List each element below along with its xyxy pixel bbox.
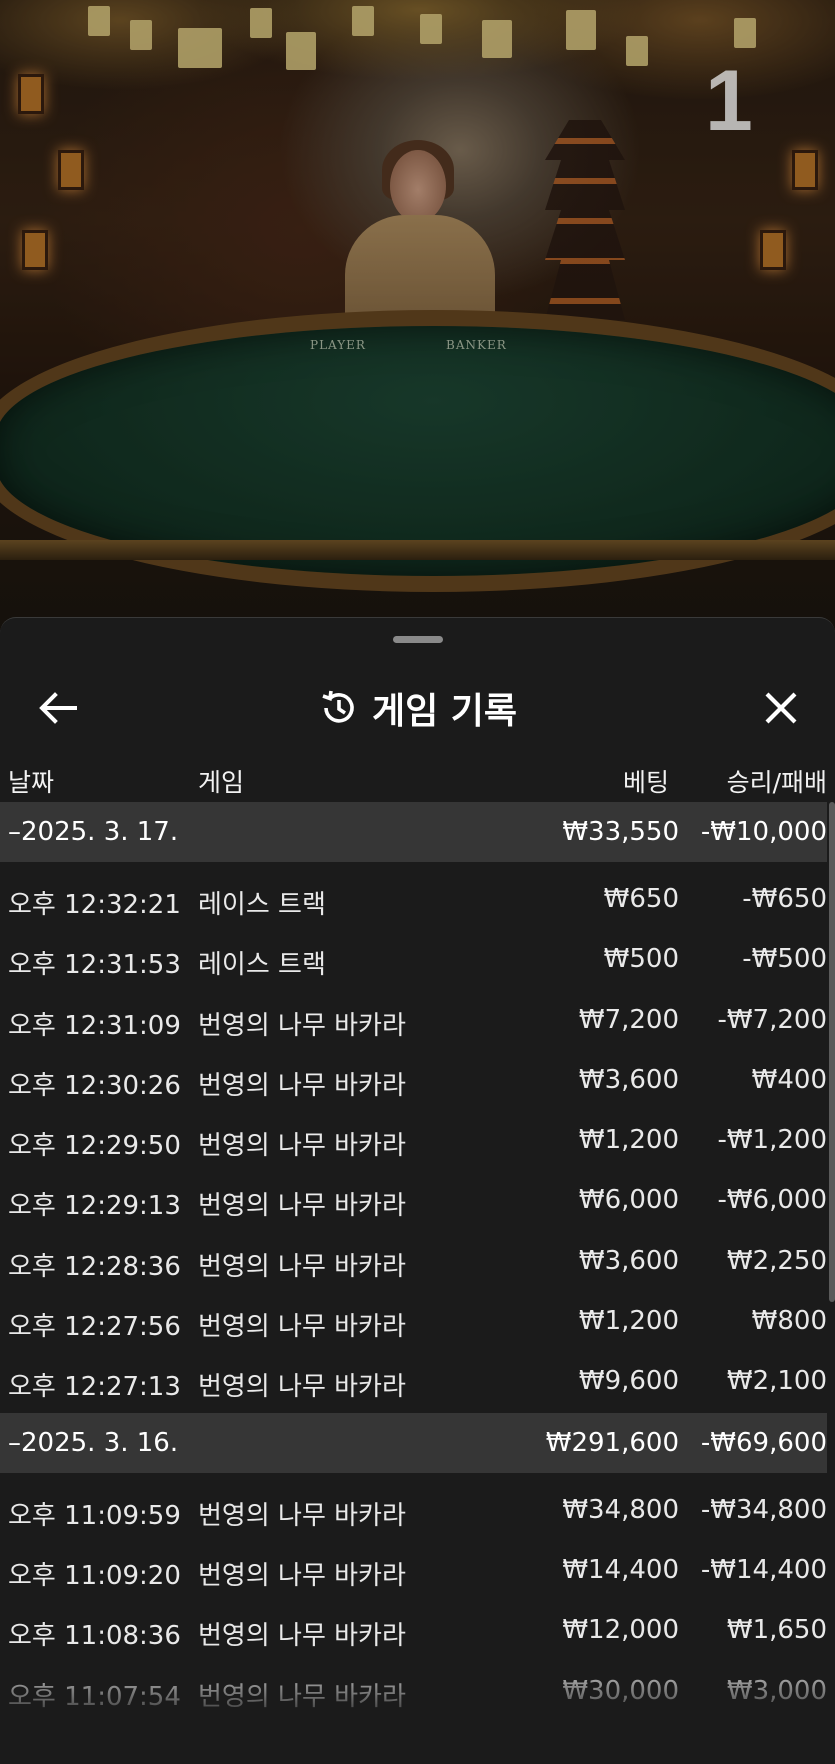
row-bet: ₩34,800 <box>562 1494 679 1525</box>
row-game: 레이스 트랙 <box>198 890 326 920</box>
row-result: -₩14,400 <box>700 1554 827 1585</box>
scrollbar[interactable] <box>829 802 835 1302</box>
row-result: ₩400 <box>751 1064 827 1095</box>
row-bet: ₩9,600 <box>578 1366 679 1397</box>
history-row[interactable]: 오후 12:32:21 레이스 트랙 ₩650 -₩650 <box>0 870 827 930</box>
row-game: 번영의 나무 바카라 <box>198 1070 406 1101</box>
group-date: –2025. 3. 16. <box>8 1427 179 1458</box>
history-row[interactable]: 오후 12:27:56 번영의 나무 바카라 ₩1,200 ₩800 <box>0 1292 827 1352</box>
column-bet: 베팅 <box>622 768 669 797</box>
history-row[interactable]: 오후 11:09:20 번영의 나무 바카라 ₩14,400 -₩14,400 <box>0 1541 827 1601</box>
row-bet: ₩3,600 <box>578 1064 679 1095</box>
history-row[interactable]: 오후 12:31:09 번영의 나무 바카라 ₩7,200 -₩7,200 <box>0 991 827 1051</box>
row-bet: ₩1,200 <box>578 1306 679 1337</box>
row-result: ₩1,650 <box>726 1615 827 1646</box>
panel-title-group: 게임 기록 <box>0 680 835 736</box>
row-bet: ₩1,200 <box>578 1125 679 1156</box>
row-game: 레이스 트랙 <box>198 950 326 981</box>
date-group-header[interactable]: –2025. 3. 16. ₩291,600 -₩69,600 <box>0 1412 827 1473</box>
row-bet: ₩7,200 <box>578 1004 679 1035</box>
close-button[interactable] <box>753 680 809 736</box>
row-bet: ₩6,000 <box>578 1185 679 1216</box>
row-game: 번영의 나무 바카라 <box>198 1621 406 1652</box>
drag-handle[interactable] <box>393 636 443 643</box>
row-game: 번영의 나무 바카라 <box>198 1010 406 1041</box>
close-icon <box>765 692 797 724</box>
group-bet-total: ₩291,600 <box>545 1427 679 1458</box>
panel-header: 게임 기록 <box>0 658 835 748</box>
row-result: ₩800 <box>751 1306 827 1337</box>
row-bet: ₩3,600 <box>578 1245 679 1276</box>
row-bet: ₩12,000 <box>562 1615 679 1646</box>
row-result: -₩650 <box>742 884 827 914</box>
round-number: 1 <box>705 53 753 149</box>
column-date: 날짜 <box>8 768 55 797</box>
group-bet-total: ₩33,550 <box>562 817 679 847</box>
row-result: ₩3,000 <box>726 1675 827 1706</box>
history-row[interactable]: 오후 11:07:54 번영의 나무 바카라 ₩30,000 ₩3,000 <box>0 1662 827 1722</box>
panel-title: 게임 기록 <box>371 691 517 732</box>
column-header-row: 날짜 게임 베팅 승리/패배 <box>0 751 835 801</box>
column-result: 승리/패배 <box>726 768 827 797</box>
row-game: 번영의 나무 바카라 <box>198 1372 406 1403</box>
history-row[interactable]: 오후 12:28:36 번영의 나무 바카라 ₩3,600 ₩2,250 <box>0 1232 827 1292</box>
row-bet: ₩14,400 <box>562 1554 679 1585</box>
date-group-header[interactable]: –2025. 3. 17. ₩33,550 -₩10,000 <box>0 802 827 862</box>
row-game: 번영의 나무 바카라 <box>198 1251 406 1282</box>
row-result: -₩34,800 <box>700 1494 827 1525</box>
row-result: ₩2,100 <box>726 1366 827 1397</box>
row-bet: ₩650 <box>603 884 679 914</box>
row-time: 오후 12:29:13 <box>8 1191 181 1222</box>
group-result-total: -₩10,000 <box>700 817 827 847</box>
row-time: 오후 12:31:53 <box>8 950 181 981</box>
row-time: 오후 12:28:36 <box>8 1251 181 1282</box>
history-row[interactable]: 오후 12:31:53 레이스 트랙 ₩500 -₩500 <box>0 930 827 990</box>
history-row[interactable]: 오후 12:29:13 번영의 나무 바카라 ₩6,000 -₩6,000 <box>0 1171 827 1231</box>
row-result: -₩1,200 <box>717 1125 827 1156</box>
live-video-stream: PLAYER BANKER 1 <box>0 0 835 630</box>
row-time: 오후 11:07:54 <box>8 1681 181 1712</box>
row-game: 번영의 나무 바카라 <box>198 1681 406 1712</box>
row-game: 번영의 나무 바카라 <box>198 1191 406 1222</box>
row-time: 오후 12:27:56 <box>8 1312 181 1343</box>
history-row[interactable]: 오후 11:09:59 번영의 나무 바카라 ₩34,800 -₩34,800 <box>0 1481 827 1541</box>
row-game: 번영의 나무 바카라 <box>198 1500 406 1531</box>
row-bet: ₩30,000 <box>562 1675 679 1706</box>
game-history-panel: 게임 기록 날짜 게임 베팅 승리/패배 –2025. 3. 17. ₩33,5… <box>0 617 835 1764</box>
row-result: ₩2,250 <box>726 1245 827 1276</box>
history-row[interactable]: 오후 12:29:50 번영의 나무 바카라 ₩1,200 -₩1,200 <box>0 1111 827 1171</box>
history-row[interactable]: 오후 11:08:36 번영의 나무 바카라 ₩12,000 ₩1,650 <box>0 1601 827 1661</box>
row-time: 오후 12:30:26 <box>8 1070 181 1101</box>
history-row[interactable]: 오후 12:27:13 번영의 나무 바카라 ₩9,600 ₩2,100 <box>0 1352 827 1412</box>
row-bet: ₩500 <box>603 944 679 975</box>
row-time: 오후 12:27:13 <box>8 1372 181 1403</box>
row-result: -₩7,200 <box>717 1004 827 1035</box>
row-time: 오후 12:32:21 <box>8 890 181 920</box>
row-result: -₩6,000 <box>717 1185 827 1216</box>
row-game: 번영의 나무 바카라 <box>198 1131 406 1162</box>
row-time: 오후 12:29:50 <box>8 1131 181 1162</box>
row-result: -₩500 <box>742 944 827 975</box>
history-icon <box>322 690 354 723</box>
row-time: 오후 11:09:59 <box>8 1500 181 1531</box>
row-time: 오후 11:09:20 <box>8 1560 181 1591</box>
row-time: 오후 12:31:09 <box>8 1010 181 1041</box>
row-time: 오후 11:08:36 <box>8 1621 181 1652</box>
group-date: –2025. 3. 17. <box>8 817 179 847</box>
history-list[interactable]: –2025. 3. 17. ₩33,550 -₩10,000 오후 12:32:… <box>0 802 827 1722</box>
history-row[interactable]: 오후 12:30:26 번영의 나무 바카라 ₩3,600 ₩400 <box>0 1051 827 1111</box>
column-game: 게임 <box>198 768 245 797</box>
row-game: 번영의 나무 바카라 <box>198 1560 406 1591</box>
row-game: 번영의 나무 바카라 <box>198 1312 406 1343</box>
group-result-total: -₩69,600 <box>700 1427 827 1458</box>
